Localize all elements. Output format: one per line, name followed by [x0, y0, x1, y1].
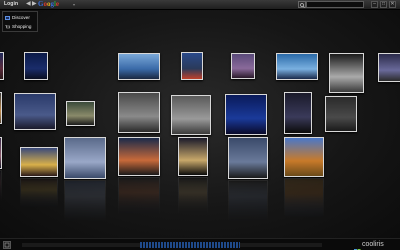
photo-purple-tree[interactable] — [231, 53, 255, 79]
photo-white-streaks[interactable] — [329, 53, 364, 93]
photo-calm-lake[interactable] — [64, 137, 106, 179]
photo-reflection — [0, 170, 2, 202]
photo-orange-glow[interactable] — [118, 137, 160, 176]
search-button[interactable] — [298, 1, 306, 8]
photo-tree-silhouette[interactable] — [228, 137, 268, 179]
photo-sunset[interactable] — [20, 147, 58, 177]
photo-dark-edge[interactable] — [325, 96, 357, 132]
photo-tent[interactable] — [0, 137, 2, 169]
photo-blue-sky[interactable] — [24, 52, 48, 80]
login-link[interactable]: Login — [4, 1, 18, 7]
brand-label: cooliris — [362, 241, 384, 248]
search-icon — [300, 3, 305, 8]
photo-reflection — [64, 180, 106, 222]
photo-deep-blue[interactable] — [225, 94, 267, 135]
menu-item-label: Discover — [12, 15, 30, 20]
photo-reflection — [20, 178, 58, 208]
photo-autumn-hills[interactable] — [284, 137, 324, 177]
discover-icon — [5, 15, 10, 20]
back-arrow-icon[interactable]: ◀ — [26, 1, 31, 8]
bottom-bar: cooliris — [0, 238, 400, 250]
scroll-thumb[interactable] — [140, 242, 240, 248]
photo-blue-trails[interactable] — [14, 93, 56, 130]
search-provider-logo[interactable]: Google — [38, 0, 59, 9]
provider-dropdown-chevron-icon[interactable]: ▾ — [73, 2, 75, 7]
forward-arrow-icon[interactable]: ▶ — [32, 1, 37, 8]
photo-mountain-dusk[interactable] — [118, 53, 160, 80]
close-button[interactable]: ✕ — [389, 1, 396, 8]
search-field[interactable] — [306, 1, 364, 17]
photo-wall — [0, 10, 400, 238]
channel-menu: Discover Shopping — [2, 11, 38, 32]
photo-red-tree[interactable] — [181, 52, 203, 80]
photo-circle-trails[interactable] — [171, 95, 211, 135]
menu-item-discover[interactable]: Discover — [5, 15, 30, 20]
maximize-button[interactable]: □ — [380, 1, 387, 8]
shopping-icon — [5, 24, 11, 29]
photo-orange-trails[interactable] — [0, 92, 2, 124]
home-button[interactable] — [3, 241, 11, 249]
photo-blue-streaks[interactable] — [276, 53, 318, 80]
photo-lit-building[interactable] — [178, 137, 208, 176]
photo-reflection — [118, 177, 160, 216]
menu-item-shopping[interactable]: Shopping — [5, 24, 31, 29]
provider-letter: e — [55, 0, 60, 8]
photo-dark-fisheye[interactable] — [284, 92, 312, 134]
cooliris-logo-icon — [354, 242, 361, 250]
top-toolbar: Login ◀ ▶ Google ▾ – □ ✕ — [0, 0, 400, 17]
photo-reflection — [284, 178, 324, 218]
menu-item-label: Shopping — [12, 24, 32, 29]
photo-reflection — [178, 177, 208, 216]
photo-dusk-house[interactable] — [0, 52, 4, 80]
home-icon — [4, 242, 10, 248]
photo-reflection — [228, 180, 268, 222]
photo-palm-night[interactable] — [66, 101, 95, 126]
minimize-button[interactable]: – — [371, 1, 378, 8]
photo-grey-trails[interactable] — [118, 92, 160, 133]
photo-twilight-edge[interactable] — [378, 53, 400, 82]
